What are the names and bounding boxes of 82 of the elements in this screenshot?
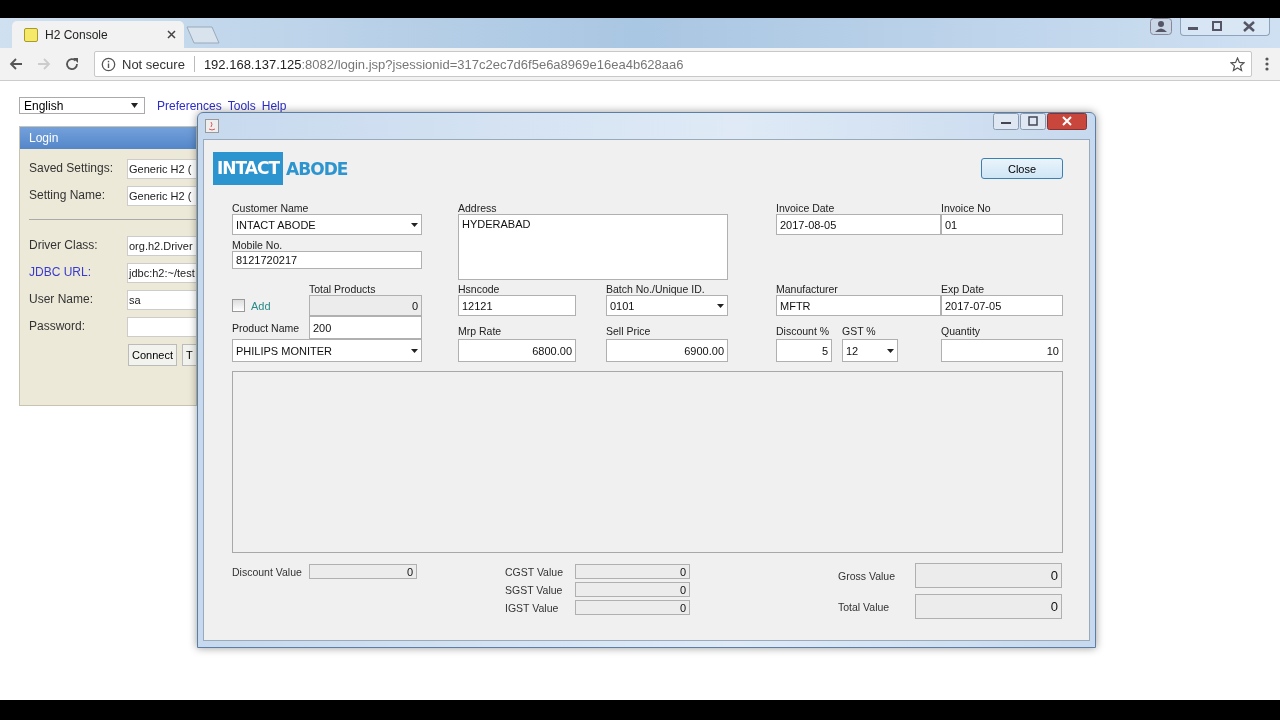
info-icon xyxy=(101,56,116,72)
minimize-icon[interactable] xyxy=(993,113,1019,130)
back-icon[interactable] xyxy=(8,56,24,72)
field-label: Batch No./Unique ID. xyxy=(606,283,706,295)
field-label: GST % xyxy=(842,325,877,339)
field-label: Total Products xyxy=(309,283,377,295)
input-field[interactable] xyxy=(127,317,196,337)
field-label: CGST Value xyxy=(505,565,564,578)
field-label: IGST Value xyxy=(505,601,560,614)
input-field[interactable]: 200 xyxy=(309,316,422,339)
field-label: Quantity xyxy=(941,325,982,339)
batch-dropdown[interactable]: 0101 xyxy=(606,295,728,316)
h2-favicon-icon xyxy=(24,27,38,42)
login-button[interactable]: Connect xyxy=(128,344,177,366)
add-checkbox[interactable]: Add xyxy=(232,299,271,312)
close-icon[interactable] xyxy=(167,30,176,39)
caret-icon xyxy=(411,348,418,353)
browser-tab[interactable]: H2 Console xyxy=(12,21,184,48)
field-label: Discount Value xyxy=(232,565,303,578)
field-label[interactable]: JDBC URL: xyxy=(29,263,127,279)
input-field[interactable]: 10 xyxy=(941,339,1063,362)
caret-icon xyxy=(887,348,894,353)
product-dropdown[interactable]: PHILIPS MONITER xyxy=(232,339,422,362)
field-label: Manufacturer xyxy=(776,283,839,295)
security-label: Not secure xyxy=(122,56,185,72)
input-field[interactable]: Generic H2 ( xyxy=(127,186,196,206)
input-field[interactable]: 2017-08-05 xyxy=(776,214,941,235)
login-button[interactable]: T xyxy=(182,344,196,366)
input-field[interactable]: 5 xyxy=(776,339,832,362)
input-field[interactable]: Generic H2 ( xyxy=(127,159,196,179)
field-label: Password: xyxy=(29,318,87,333)
input-field[interactable]: sa xyxy=(127,290,196,310)
field-label: Mobile No. xyxy=(232,239,284,251)
caret-icon xyxy=(131,103,138,108)
menu-link[interactable]: Tools xyxy=(227,98,256,113)
menu-icon[interactable] xyxy=(1264,56,1270,72)
field-label: Exp Date xyxy=(941,283,986,295)
input-field[interactable]: 6800.00 xyxy=(458,339,576,362)
company-logo: INTACT ABODE xyxy=(213,152,348,185)
java-icon xyxy=(205,119,219,133)
menu-link[interactable]: Help xyxy=(261,98,287,113)
reload-icon[interactable] xyxy=(64,56,80,72)
close-button[interactable]: Close xyxy=(981,158,1063,179)
field-label: Saved Settings: xyxy=(29,160,115,175)
input-field[interactable]: jdbc:h2:~/test xyxy=(127,263,196,283)
caret-icon xyxy=(411,222,418,227)
field-label: Gross Value xyxy=(838,569,896,582)
field-label: Invoice No xyxy=(941,202,992,214)
field-label: Driver Class: xyxy=(29,237,99,252)
close-icon[interactable] xyxy=(1047,113,1087,130)
caret-icon xyxy=(717,303,724,308)
url-text: 192.168.137.125:8082/login.jsp?jsessionid=317c2ec7d6f5e6a8969e16ea4b628aa6 xyxy=(203,56,685,72)
customer-dropdown[interactable]: INTACT ABODE xyxy=(232,214,422,235)
field-label: Total Value xyxy=(838,600,891,613)
input-field[interactable]: org.h2.Driver xyxy=(127,236,196,256)
maximize-icon[interactable] xyxy=(1020,113,1046,130)
address-textarea[interactable]: HYDERABAD xyxy=(458,214,728,280)
field-label: Invoice Date xyxy=(776,202,836,214)
input-field[interactable]: MFTR xyxy=(776,295,941,316)
panel-title: Login xyxy=(20,127,196,149)
field-label: Product Name xyxy=(232,321,301,334)
field-label: Customer Name xyxy=(232,202,310,214)
field-label: Sell Price xyxy=(606,325,652,339)
tab-title: H2 Console xyxy=(45,27,109,42)
input-field[interactable]: 01 xyxy=(941,214,1063,235)
menu-link[interactable]: Preferences xyxy=(157,98,222,113)
language-select[interactable]: English xyxy=(19,97,145,114)
field-label: Hsncode xyxy=(458,283,501,295)
field-label: Mrp Rate xyxy=(458,325,503,339)
user-icon[interactable] xyxy=(1150,18,1172,35)
input-field[interactable]: 2017-07-05 xyxy=(941,295,1063,316)
field-label: Setting Name: xyxy=(29,187,107,202)
field-label: Address xyxy=(458,202,498,214)
star-icon[interactable] xyxy=(1230,56,1245,72)
input-field[interactable]: 12121 xyxy=(458,295,576,316)
address-bar[interactable]: Not secure 192.168.137.125:8082/login.jsp?jsessionid=317c2ec7d6f5e6a8969e16ea4b628aa6 xyxy=(94,51,1252,77)
gst-dropdown[interactable]: 12 xyxy=(842,339,898,362)
input-field[interactable]: 8121720217 xyxy=(232,251,422,269)
input-field[interactable]: 6900.00 xyxy=(606,339,728,362)
field-label: User Name: xyxy=(29,291,94,306)
field-label: Discount % xyxy=(776,325,831,339)
field-label: SGST Value xyxy=(505,583,564,596)
